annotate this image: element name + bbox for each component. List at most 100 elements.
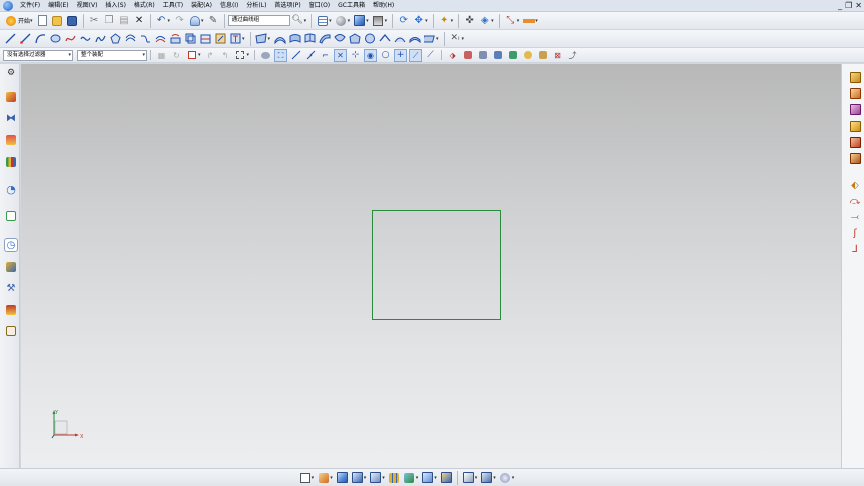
line-point-icon[interactable] bbox=[19, 32, 32, 45]
surface-more-dropdown-icon[interactable]: ▾ bbox=[436, 36, 439, 42]
point-constructor-icon[interactable]: ✜ bbox=[463, 14, 476, 27]
snap-point-on-face-icon[interactable]: ⟋ bbox=[409, 48, 423, 62]
visual-effects-icon[interactable] bbox=[499, 471, 512, 484]
block-icon[interactable] bbox=[848, 102, 862, 116]
menu-format[interactable]: 格式(R) bbox=[130, 0, 159, 12]
edit-section-dropdown-icon[interactable]: ▾ bbox=[434, 475, 437, 481]
view-orientation-icon[interactable] bbox=[353, 14, 366, 27]
delete-icon[interactable]: ✕ bbox=[133, 14, 146, 27]
undo-icon[interactable]: ↶ bbox=[155, 14, 168, 27]
reset-filter-icon[interactable]: ↻ bbox=[170, 49, 183, 62]
menu-window[interactable]: 窗口(O) bbox=[305, 0, 334, 12]
offset-surface-icon[interactable] bbox=[848, 151, 862, 165]
n-sided-surface-icon[interactable] bbox=[348, 32, 361, 45]
grid-view-dropdown-icon[interactable]: ▾ bbox=[329, 18, 332, 24]
extension-surface-icon[interactable] bbox=[378, 32, 391, 45]
layer-settings-dropdown-icon[interactable]: ▾ bbox=[330, 475, 333, 481]
curve-more-dropdown-icon[interactable]: ▾ bbox=[242, 36, 245, 42]
wcs-dropdown-icon[interactable]: ▾ bbox=[382, 475, 385, 481]
restore-button[interactable]: ❐ bbox=[845, 0, 852, 11]
system-materials-icon[interactable]: ◷ bbox=[4, 238, 18, 252]
x-form-icon[interactable]: ✕ᵢ bbox=[449, 32, 462, 45]
through-curves-icon[interactable] bbox=[288, 32, 301, 45]
trim-sheet-icon[interactable] bbox=[423, 32, 436, 45]
paste-icon[interactable]: ▤ bbox=[118, 14, 131, 27]
snap-quadrant-icon[interactable]: ◉ bbox=[364, 48, 378, 62]
spline-icon[interactable] bbox=[64, 32, 77, 45]
menu-help[interactable]: 帮助(H) bbox=[369, 0, 398, 12]
select-all-icon[interactable] bbox=[185, 49, 198, 62]
select-all-dropdown-icon[interactable]: ▾ bbox=[198, 52, 201, 58]
x-form-dropdown-icon[interactable]: ▾ bbox=[462, 36, 465, 42]
section-view-dropdown-icon[interactable]: ▾ bbox=[491, 18, 494, 24]
start-icon[interactable] bbox=[4, 14, 17, 27]
true-shading-icon[interactable] bbox=[440, 471, 453, 484]
manufacturing-wizard-icon[interactable]: ⚒ bbox=[4, 281, 18, 295]
type-filter-select[interactable]: 没有选择过滤器 ▾ bbox=[3, 49, 73, 61]
select-faces-icon[interactable]: ⬗ bbox=[446, 49, 459, 62]
graphics-window[interactable]: X Y bbox=[21, 64, 841, 468]
circle-icon[interactable] bbox=[49, 32, 62, 45]
start-dropdown-icon[interactable]: ▾ bbox=[30, 18, 33, 24]
swept-icon[interactable] bbox=[318, 32, 331, 45]
quick-pick-icon[interactable]: ⊠ bbox=[551, 49, 564, 62]
snap-icon[interactable]: ✦ bbox=[438, 14, 451, 27]
join-curve-icon[interactable] bbox=[154, 32, 167, 45]
open-folder-icon[interactable] bbox=[51, 14, 64, 27]
rectangle-select-icon[interactable] bbox=[234, 49, 247, 62]
menu-gc-toolkit[interactable]: GC工具箱 bbox=[334, 0, 369, 12]
menu-analysis[interactable]: 分析(L) bbox=[242, 0, 270, 12]
bridge-curve-icon[interactable] bbox=[139, 32, 152, 45]
cylinder-icon[interactable] bbox=[848, 119, 862, 133]
offset-surface-toolbar-icon[interactable] bbox=[408, 32, 421, 45]
background-icon[interactable] bbox=[372, 14, 385, 27]
menu-insert[interactable]: 插入(S) bbox=[101, 0, 130, 12]
search-icon[interactable]: 🔍︎ bbox=[291, 14, 304, 27]
curve-rule-select[interactable]: 通过曲线组 bbox=[227, 15, 290, 26]
select-datum-icon[interactable] bbox=[521, 49, 534, 62]
snap-solid-icon[interactable] bbox=[259, 49, 272, 62]
snap-midpoint-icon[interactable] bbox=[304, 49, 317, 62]
line-icon[interactable] bbox=[4, 32, 17, 45]
measure-dropdown-icon[interactable]: ▾ bbox=[517, 18, 520, 24]
layer-settings-icon[interactable] bbox=[317, 471, 330, 484]
resource-bar-settings-icon[interactable]: ⚙ bbox=[4, 66, 18, 80]
shading-icon[interactable] bbox=[335, 14, 348, 27]
dimension-icon[interactable] bbox=[522, 14, 535, 27]
studio-spline-icon[interactable] bbox=[79, 32, 92, 45]
grid-icon[interactable] bbox=[388, 471, 401, 484]
render-style-icon[interactable] bbox=[480, 471, 493, 484]
assembly-navigator-icon[interactable] bbox=[4, 90, 18, 104]
menu-information[interactable]: 信息(I) bbox=[216, 0, 242, 12]
project-curve-icon[interactable]: ʃ bbox=[848, 226, 862, 240]
snap-endpoint-icon[interactable] bbox=[289, 49, 302, 62]
enable-snap-point-icon[interactable]: ⛶ bbox=[274, 48, 288, 62]
menu-edit[interactable]: 编辑(E) bbox=[44, 0, 72, 12]
select-feature-icon[interactable]: ↱ bbox=[204, 49, 217, 62]
through-curve-mesh-icon[interactable] bbox=[303, 32, 316, 45]
snap-control-point-icon[interactable]: ⌐ bbox=[319, 49, 332, 62]
shading-dropdown-icon[interactable]: ▾ bbox=[348, 18, 351, 24]
show-hide-dropdown-icon[interactable]: ▾ bbox=[475, 475, 478, 481]
select-components-icon[interactable] bbox=[491, 49, 504, 62]
layer-dropdown-icon[interactable]: ▾ bbox=[364, 475, 367, 481]
selection-scope-select[interactable]: 整个装配 ▾ bbox=[77, 49, 147, 61]
visual-effects-dropdown-icon[interactable]: ▾ bbox=[512, 475, 515, 481]
edit-section-icon[interactable] bbox=[421, 471, 434, 484]
minimize-button[interactable]: _ bbox=[838, 0, 842, 11]
render-style-dropdown-icon[interactable]: ▾ bbox=[493, 475, 496, 481]
view-frame-dropdown-icon[interactable]: ▾ bbox=[312, 475, 315, 481]
snap-bounded-grid-icon[interactable]: ⟋ bbox=[424, 49, 437, 62]
undo-dropdown-icon[interactable]: ▾ bbox=[168, 18, 171, 24]
ruled-surface-icon[interactable] bbox=[273, 32, 286, 45]
process-studio-icon[interactable] bbox=[4, 260, 18, 274]
section-curve-icon[interactable] bbox=[199, 32, 212, 45]
select-hidden-icon[interactable]: ⤴ bbox=[566, 49, 579, 62]
select-region-icon[interactable]: ↰ bbox=[219, 49, 232, 62]
close-button[interactable]: ✕ bbox=[855, 0, 862, 11]
revolve-icon[interactable] bbox=[848, 86, 862, 100]
menu-view[interactable]: 视图(V) bbox=[73, 0, 102, 12]
roles-icon[interactable] bbox=[4, 303, 18, 317]
pan-view-icon[interactable]: ✥ bbox=[412, 14, 425, 27]
helix-icon[interactable] bbox=[94, 32, 107, 45]
